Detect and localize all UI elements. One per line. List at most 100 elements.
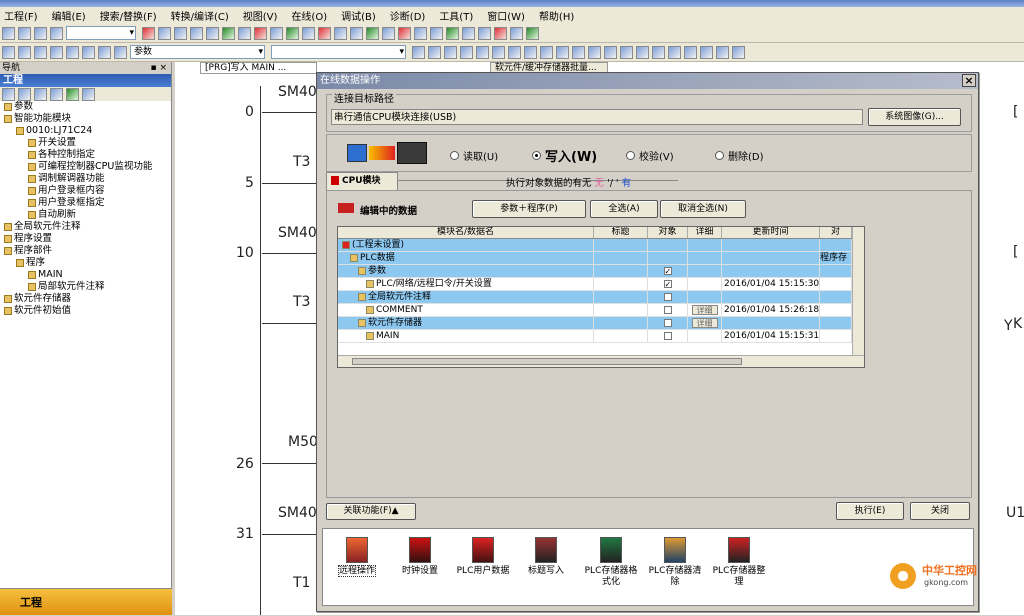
- nav-tool-icon[interactable]: [66, 87, 79, 101]
- view-icon[interactable]: [98, 45, 111, 59]
- tree-item[interactable]: 0010:LJ71C24: [0, 125, 171, 137]
- ladder-tool-icon[interactable]: [462, 26, 475, 40]
- ladder-symbol-icon[interactable]: [732, 45, 745, 59]
- col-header-extra[interactable]: 对: [820, 227, 852, 238]
- tree-item[interactable]: 程序部件: [0, 245, 171, 257]
- ladder-symbol-icon[interactable]: [668, 45, 681, 59]
- ladder-tool-icon[interactable]: [270, 26, 283, 40]
- ladder-symbol-icon[interactable]: [428, 45, 441, 59]
- ladder-tool-icon[interactable]: [478, 26, 491, 40]
- search-icon[interactable]: [412, 45, 425, 59]
- ladder-symbol-icon[interactable]: [524, 45, 537, 59]
- tree-item[interactable]: 程序: [0, 257, 171, 269]
- tree-item[interactable]: 智能功能模块: [0, 113, 171, 125]
- col-header-target[interactable]: 对象: [648, 227, 688, 238]
- col-header-detail[interactable]: 详细: [688, 227, 722, 238]
- ladder-symbol-icon[interactable]: [636, 45, 649, 59]
- view-icon[interactable]: [66, 45, 79, 59]
- paste-icon[interactable]: [174, 26, 187, 40]
- table-row[interactable]: PLC/网络/远程口令/开关设置 ✓ 2016/01/04 15:15:30: [338, 278, 864, 291]
- ladder-symbol-icon[interactable]: [716, 45, 729, 59]
- function-memory-format[interactable]: PLC存储器格式化: [581, 537, 641, 588]
- new-icon[interactable]: [2, 26, 15, 40]
- copy-icon[interactable]: [158, 26, 171, 40]
- ladder-tool-icon[interactable]: [430, 26, 443, 40]
- target-checkbox[interactable]: [663, 292, 672, 301]
- radio-delete[interactable]: 删除(D): [715, 148, 764, 163]
- toolbar-combo-1[interactable]: [66, 26, 136, 40]
- radio-verify[interactable]: 校验(V): [626, 148, 674, 163]
- function-clock-setting[interactable]: 时钟设置: [390, 537, 450, 577]
- redo-icon[interactable]: [206, 26, 219, 40]
- function-memory-arrange[interactable]: PLC存储器整理: [709, 537, 769, 588]
- function-memory-clear[interactable]: PLC存储器清除: [645, 537, 705, 588]
- find-icon[interactable]: [114, 45, 127, 59]
- tree-item[interactable]: 参数: [0, 101, 171, 113]
- view-icon[interactable]: [18, 45, 31, 59]
- view-icon[interactable]: [50, 45, 63, 59]
- menu-item[interactable]: 工具(T): [439, 8, 473, 23]
- menu-item[interactable]: 搜索/替换(F): [100, 8, 157, 23]
- target-checkbox[interactable]: [663, 331, 672, 340]
- function-plc-user-data[interactable]: PLC用户数据: [453, 537, 513, 577]
- nav-tool-icon[interactable]: [50, 87, 63, 101]
- ladder-symbol-icon[interactable]: [556, 45, 569, 59]
- ladder-symbol-icon[interactable]: [588, 45, 601, 59]
- ladder-tool-icon[interactable]: [334, 26, 347, 40]
- function-title-write[interactable]: 标题写入: [516, 537, 576, 577]
- function-remote-operation[interactable]: 远程操作: [327, 537, 387, 577]
- detail-button[interactable]: 详细: [691, 305, 718, 315]
- deselect-all-button[interactable]: 取消全选(N): [660, 200, 746, 218]
- view-icon[interactable]: [34, 45, 47, 59]
- open-icon[interactable]: [18, 26, 31, 40]
- tree-item[interactable]: 软元件存储器: [0, 293, 171, 305]
- ladder-tool-icon[interactable]: [286, 26, 299, 40]
- tree-item[interactable]: 全局软元件注释: [0, 221, 171, 233]
- table-row[interactable]: COMMENT 详细 2016/01/04 15:26:18: [338, 304, 864, 317]
- ladder-tool-icon[interactable]: [238, 26, 251, 40]
- ladder-tool-icon[interactable]: [254, 26, 267, 40]
- tree-item[interactable]: 开关设置: [0, 137, 171, 149]
- view-icon[interactable]: [82, 45, 95, 59]
- ladder-symbol-icon[interactable]: [572, 45, 585, 59]
- menu-item[interactable]: 诊断(D): [390, 8, 426, 23]
- radio-read[interactable]: 读取(U): [450, 148, 498, 163]
- menu-item[interactable]: 转换/编译(C): [171, 8, 229, 23]
- nav-tool-icon[interactable]: [82, 87, 95, 101]
- ladder-symbol-icon[interactable]: [684, 45, 697, 59]
- ladder-tool-icon[interactable]: [446, 26, 459, 40]
- col-header-update-time[interactable]: 更新时间: [722, 227, 820, 238]
- table-row[interactable]: 软元件存储器 详细: [338, 317, 864, 330]
- menu-item[interactable]: 工程(F): [4, 8, 38, 23]
- ladder-tool-icon[interactable]: [414, 26, 427, 40]
- menu-item[interactable]: 调试(B): [341, 8, 376, 23]
- tree-item[interactable]: 用户登录框指定: [0, 197, 171, 209]
- tree-item[interactable]: 程序设置: [0, 233, 171, 245]
- ladder-tool-icon[interactable]: [398, 26, 411, 40]
- ladder-tool-icon[interactable]: [318, 26, 331, 40]
- undo-icon[interactable]: [190, 26, 203, 40]
- ladder-symbol-icon[interactable]: [620, 45, 633, 59]
- ladder-symbol-icon[interactable]: [540, 45, 553, 59]
- print-icon[interactable]: [50, 26, 63, 40]
- ladder-tool-icon[interactable]: [494, 26, 507, 40]
- ladder-tool-icon[interactable]: [382, 26, 395, 40]
- col-header-name[interactable]: 模块名/数据名: [338, 227, 594, 238]
- hscroll-thumb[interactable]: [352, 358, 742, 365]
- target-checkbox[interactable]: [663, 305, 672, 314]
- nav-footer-tab[interactable]: 工程: [0, 588, 172, 615]
- tree-item[interactable]: 用户登录框内容: [0, 185, 171, 197]
- ladder-tool-icon[interactable]: [510, 26, 523, 40]
- tab-cpu-module[interactable]: CPU模块: [326, 172, 398, 190]
- nav-tool-icon[interactable]: [18, 87, 31, 101]
- target-checkbox[interactable]: ✓: [663, 279, 672, 288]
- tree-item[interactable]: 局部软元件注释: [0, 281, 171, 293]
- table-row[interactable]: 全局软元件注释: [338, 291, 864, 304]
- tree-item[interactable]: 调制解调器功能: [0, 173, 171, 185]
- menu-item[interactable]: 在线(O): [291, 8, 327, 23]
- cut-icon[interactable]: [142, 26, 155, 40]
- target-checkbox[interactable]: ✓: [663, 266, 672, 275]
- search-combo[interactable]: 参数: [130, 45, 265, 59]
- save-icon[interactable]: [34, 26, 47, 40]
- param-program-button[interactable]: 参数＋程序(P): [472, 200, 586, 218]
